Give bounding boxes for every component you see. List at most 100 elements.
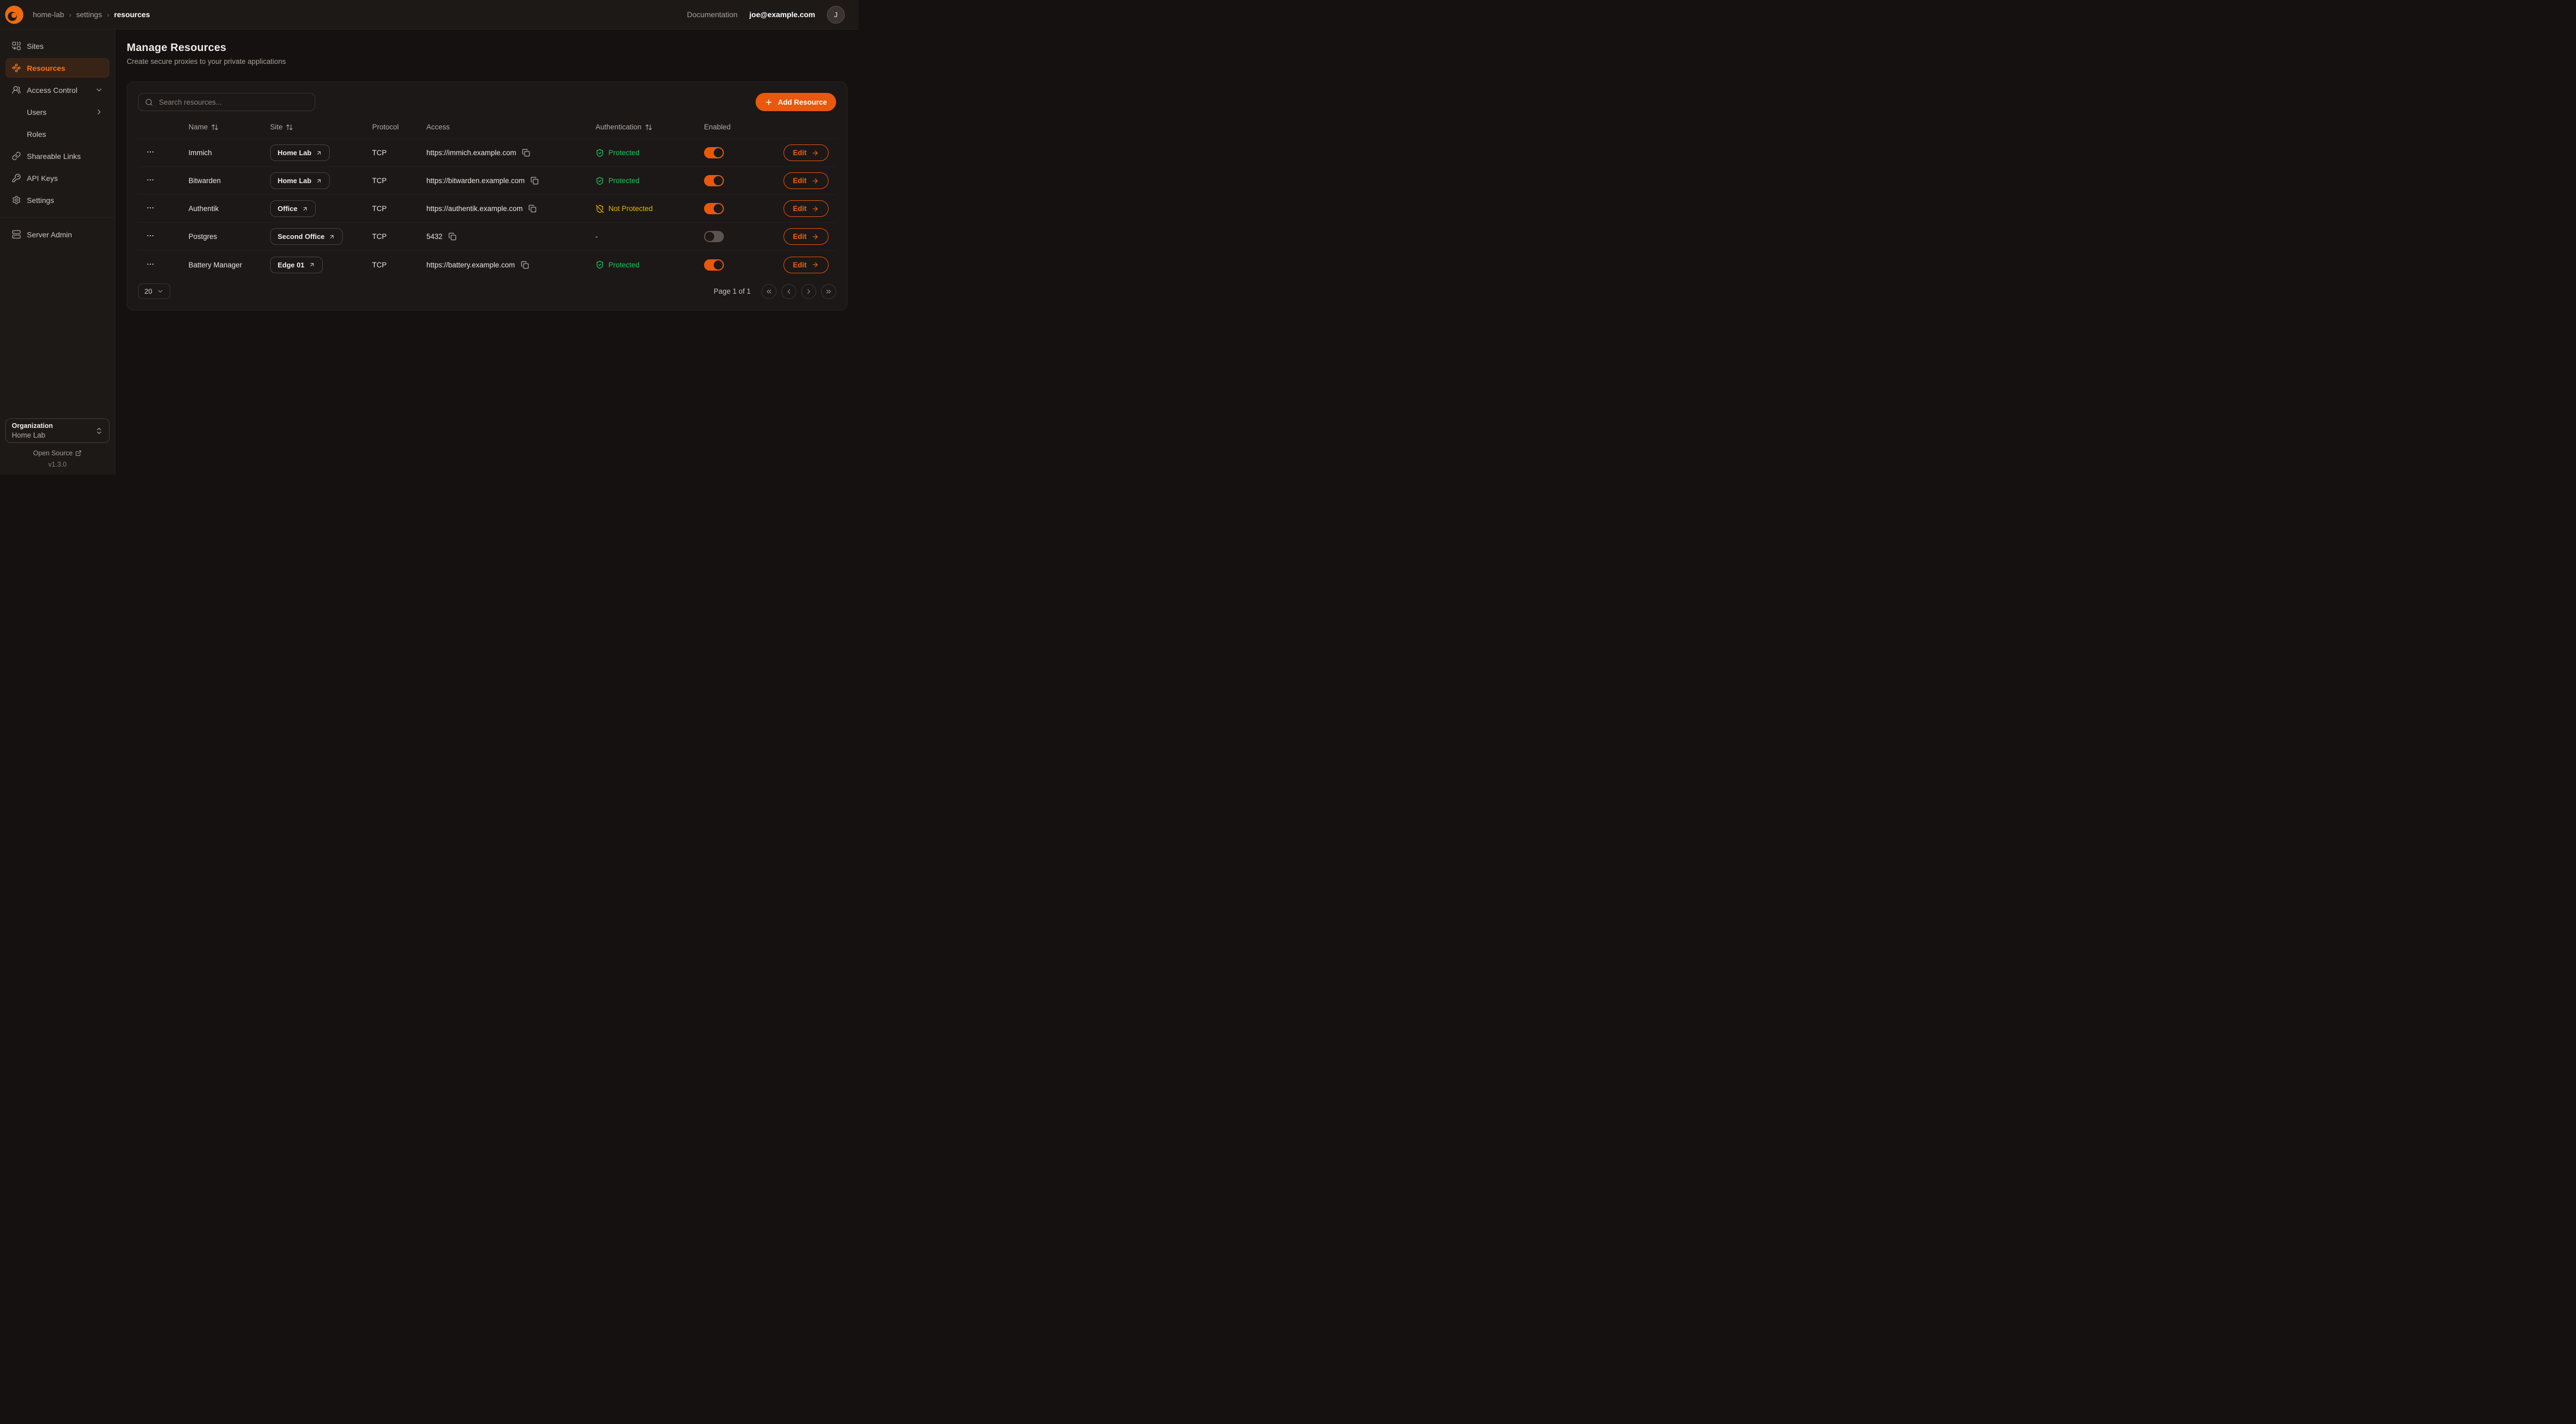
column-header-enabled: Enabled	[704, 123, 779, 131]
breadcrumb-settings[interactable]: settings	[76, 10, 102, 19]
authentication-label: -	[596, 233, 598, 241]
resource-protocol: TCP	[372, 177, 426, 185]
shield-off-icon	[596, 205, 604, 213]
resource-protocol: TCP	[372, 261, 426, 269]
search-icon	[145, 98, 153, 106]
copy-icon[interactable]	[531, 177, 539, 185]
column-header-authentication[interactable]: Authentication	[596, 123, 704, 131]
sidebar-item-roles[interactable]: Roles	[5, 124, 110, 144]
organization-selector[interactable]: Organization Home Lab	[5, 418, 110, 443]
arrow-right-icon	[811, 177, 819, 185]
open-source-label: Open Source	[33, 449, 73, 457]
edit-button[interactable]: Edit	[783, 172, 829, 189]
search-input[interactable]	[158, 98, 308, 107]
site-link-button[interactable]: Home Lab	[270, 144, 330, 161]
sidebar-item-resources[interactable]: Resources	[5, 58, 110, 78]
row-menu-button[interactable]	[138, 231, 155, 240]
sidebar-item-label: Access Control	[27, 86, 77, 95]
edit-button[interactable]: Edit	[783, 257, 829, 273]
site-link-button[interactable]: Home Lab	[270, 172, 330, 189]
sidebar-item-api-keys[interactable]: API Keys	[5, 168, 110, 188]
pangolin-logo-icon	[4, 5, 24, 25]
edit-button[interactable]: Edit	[783, 144, 829, 161]
row-menu-button[interactable]	[138, 204, 155, 212]
table-row: Battery Manager Edge 01 TCP https://batt…	[138, 251, 836, 279]
site-link-button[interactable]: Second Office	[270, 228, 343, 245]
row-menu-button[interactable]	[138, 148, 155, 156]
column-header-site[interactable]: Site	[270, 123, 372, 131]
sidebar-item-label: Server Admin	[27, 230, 72, 239]
authentication-status: Not Protected	[596, 205, 704, 213]
enabled-toggle[interactable]	[704, 259, 724, 271]
sidebar-item-label: Roles	[27, 130, 46, 139]
authentication-status: -	[596, 233, 704, 241]
copy-icon[interactable]	[528, 205, 536, 213]
resource-access: 5432	[426, 233, 442, 241]
sidebar-item-label: Shareable Links	[27, 152, 81, 161]
copy-icon[interactable]	[522, 149, 530, 157]
resource-name: Authentik	[188, 205, 270, 213]
sidebar-item-users[interactable]: Users	[5, 102, 110, 122]
copy-icon[interactable]	[521, 261, 529, 269]
resource-name: Postgres	[188, 233, 270, 241]
breadcrumb-org[interactable]: home-lab	[33, 10, 64, 19]
user-email: joe@example.com	[749, 10, 815, 19]
main-content: Manage Resources Create secure proxies t…	[115, 30, 859, 475]
ellipsis-icon	[146, 260, 155, 268]
enabled-toggle[interactable]	[704, 175, 724, 186]
shield-check-icon	[596, 177, 604, 185]
chevron-right-icon	[95, 108, 103, 116]
open-source-link[interactable]: Open Source	[33, 449, 82, 457]
chevron-down-icon	[95, 86, 103, 94]
site-link-button[interactable]: Edge 01	[270, 257, 323, 273]
avatar[interactable]: J	[827, 6, 845, 24]
sidebar-item-settings[interactable]: Settings	[5, 190, 110, 210]
authentication-status: Protected	[596, 149, 704, 157]
first-page-button[interactable]	[761, 284, 777, 299]
page-size-select[interactable]: 20	[138, 284, 170, 299]
sidebar-item-label: Users	[27, 108, 47, 117]
column-header-name[interactable]: Name	[188, 123, 270, 131]
documentation-link[interactable]: Documentation	[687, 10, 737, 19]
table-row: Authentik Office TCP https://authentik.e…	[138, 195, 836, 223]
chevron-left-icon	[785, 288, 793, 295]
external-link-icon	[75, 450, 82, 456]
gear-icon	[12, 195, 21, 205]
sidebar-item-access-control[interactable]: Access Control	[5, 80, 110, 100]
resource-protocol: TCP	[372, 149, 426, 157]
sidebar-item-sites[interactable]: Sites	[5, 36, 110, 56]
resource-name: Immich	[188, 149, 270, 157]
previous-page-button[interactable]	[781, 284, 796, 299]
sidebar-item-shareable-links[interactable]: Shareable Links	[5, 146, 110, 166]
enabled-toggle[interactable]	[704, 203, 724, 214]
sidebar-item-server-admin[interactable]: Server Admin	[5, 224, 110, 244]
plus-icon	[765, 98, 773, 106]
row-menu-button[interactable]	[138, 176, 155, 184]
last-page-button[interactable]	[821, 284, 836, 299]
page-info: Page 1 of 1	[714, 287, 751, 295]
column-header-access: Access	[426, 123, 596, 131]
ellipsis-icon	[146, 231, 155, 240]
key-icon	[12, 173, 21, 183]
edit-button[interactable]: Edit	[783, 200, 829, 217]
page-subtitle: Create secure proxies to your private ap…	[127, 57, 847, 66]
edit-button[interactable]: Edit	[783, 228, 829, 245]
add-resource-button[interactable]: Add Resource	[756, 93, 836, 111]
chevrons-right-icon	[825, 288, 832, 295]
row-menu-button[interactable]	[138, 260, 155, 268]
authentication-status: Protected	[596, 260, 704, 269]
sidebar-item-label: Sites	[27, 42, 43, 50]
enabled-toggle[interactable]	[704, 231, 724, 242]
copy-icon[interactable]	[448, 233, 456, 241]
site-link-button[interactable]: Office	[270, 200, 316, 217]
resource-name: Bitwarden	[188, 177, 270, 185]
shield-check-icon	[596, 149, 604, 157]
arrow-up-right-icon	[309, 261, 315, 268]
topbar: home-lab › settings › resources Document…	[0, 0, 859, 30]
resource-access: https://immich.example.com	[426, 149, 516, 157]
resources-table: Name Site Protocol Access Authenticati	[138, 115, 836, 279]
users-icon	[12, 85, 21, 95]
next-page-button[interactable]	[801, 284, 816, 299]
enabled-toggle[interactable]	[704, 147, 724, 158]
resource-protocol: TCP	[372, 233, 426, 241]
